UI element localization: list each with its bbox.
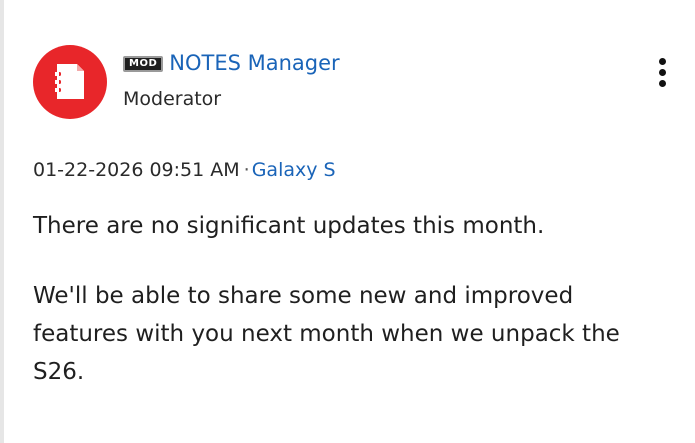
forum-post: MOD NOTES Manager Moderator 01-22-2026 0…: [0, 0, 695, 443]
post-header: MOD NOTES Manager Moderator: [123, 48, 340, 110]
post-meta: 01-22-2026 09:51 AM · Galaxy S: [33, 159, 336, 181]
author-name-link[interactable]: NOTES Manager: [169, 51, 339, 75]
avatar[interactable]: [33, 45, 107, 119]
kebab-dot: [658, 69, 666, 76]
notes-app-icon: [53, 64, 84, 99]
post-paragraph: We'll be able to share some new and impr…: [33, 283, 620, 385]
author-row: MOD NOTES Manager: [123, 48, 340, 78]
post-timestamp: 01-22-2026 09:51 AM: [33, 159, 240, 181]
board-link[interactable]: Galaxy S: [252, 159, 336, 181]
left-border: [0, 0, 4, 443]
meta-separator: ·: [243, 159, 250, 181]
kebab-dot: [658, 58, 666, 65]
more-options-icon[interactable]: [654, 58, 670, 92]
post-paragraph: There are no significant updates this mo…: [33, 213, 545, 239]
mod-badge: MOD: [123, 56, 164, 72]
author-role: Moderator: [123, 88, 222, 110]
kebab-dot: [658, 80, 666, 87]
